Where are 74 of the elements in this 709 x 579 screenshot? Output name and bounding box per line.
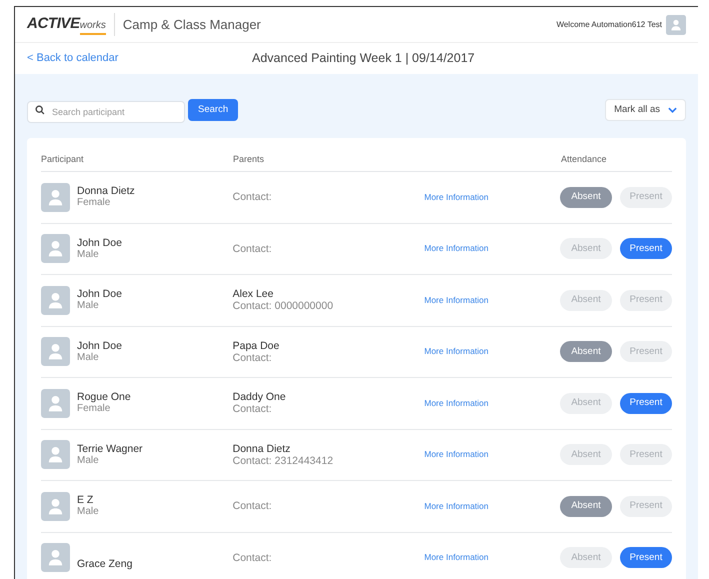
present-button[interactable]: Present — [620, 238, 672, 260]
parent-contact: Contact: — [232, 403, 273, 416]
avatar-icon — [41, 543, 70, 572]
more-information-link[interactable]: More Information — [424, 242, 560, 256]
column-header: Parents — [233, 152, 266, 166]
present-button[interactable]: Present — [620, 444, 672, 466]
parent-contact: Contact: — [232, 500, 273, 512]
page-title: Advanced Painting Week 1 | 09/14/2017 — [252, 50, 475, 68]
present-button[interactable]: Present — [620, 186, 672, 208]
parent-contact: Contact: — [232, 191, 273, 204]
more-information-link[interactable]: More Information — [424, 294, 560, 307]
participant-name: Grace Zeng — [77, 558, 132, 570]
present-button[interactable]: Present — [620, 341, 672, 362]
welcome-text: Welcome Automation612 Test — [556, 18, 662, 30]
chevron-down-icon — [668, 107, 677, 113]
more-information-link[interactable]: More Information — [424, 448, 560, 462]
avatar-icon — [41, 182, 70, 212]
avatar-icon — [41, 492, 70, 521]
avatar-icon — [666, 14, 686, 34]
participant-gender: Male — [77, 300, 100, 312]
mark-all-dropdown[interactable]: Mark all as — [605, 99, 686, 121]
parent-name: Alex Lee — [232, 288, 274, 300]
column-header: Participant — [41, 152, 85, 166]
parent-name: Donna Dietz — [232, 442, 292, 455]
absent-button[interactable]: Absent — [560, 186, 612, 208]
search-button[interactable]: Search — [188, 99, 238, 121]
avatar-icon — [41, 337, 70, 366]
participant-name: John Doe — [77, 236, 122, 249]
participant-gender: Male — [77, 454, 100, 467]
avatar-icon — [41, 234, 70, 264]
present-button[interactable]: Present — [620, 547, 672, 568]
more-information-link[interactable]: More Information — [424, 396, 560, 410]
participant-gender: Male — [77, 352, 100, 364]
participant-name: Rogue One — [77, 391, 131, 404]
parent-name: Daddy One — [232, 391, 287, 404]
search-icon — [35, 105, 45, 115]
more-information-link[interactable]: More Information — [424, 190, 560, 204]
back-link[interactable]: < Back to calendar — [27, 50, 118, 67]
parent-contact: Contact: 2312443412 — [232, 454, 334, 467]
absent-button[interactable]: Absent — [560, 238, 612, 260]
avatar-icon — [41, 286, 70, 315]
present-button[interactable]: Present — [620, 392, 672, 414]
parent-contact: Contact: — [232, 242, 273, 255]
absent-button[interactable]: Absent — [560, 496, 612, 517]
participant-name: E Z — [77, 494, 94, 506]
more-information-link[interactable]: More Information — [424, 551, 560, 564]
participant-gender: Male — [77, 248, 100, 261]
app-name: Camp & Class Manager — [122, 16, 261, 34]
absent-button[interactable]: Absent — [560, 444, 612, 466]
absent-button[interactable]: Absent — [560, 290, 612, 311]
present-button[interactable]: Present — [620, 290, 672, 311]
participant-name: Terrie Wagner — [77, 442, 143, 455]
participant-name: John Doe — [77, 340, 122, 352]
logo-text: ACTIVE — [27, 14, 80, 34]
parent-contact: Contact: — [232, 352, 273, 364]
absent-button[interactable]: Absent — [560, 392, 612, 414]
more-information-link[interactable]: More Information — [424, 345, 560, 358]
more-information-link[interactable]: More Information — [424, 500, 560, 513]
parent-name: Papa Doe — [232, 340, 280, 352]
participant-gender: Female — [77, 403, 112, 416]
parent-contact: Contact: 0000000000 — [232, 300, 334, 312]
logo-subtext: works — [80, 18, 106, 36]
column-header: Attendance — [561, 152, 607, 166]
participant-name: John Doe — [77, 288, 122, 300]
parent-contact: Contact: — [232, 552, 273, 564]
avatar-icon — [41, 440, 70, 470]
participant-gender: Female — [77, 197, 112, 210]
present-button[interactable]: Present — [620, 496, 672, 517]
avatar-icon — [41, 388, 70, 418]
participant-name: Donna Dietz — [77, 185, 135, 198]
search-field[interactable]: Search participant — [27, 101, 185, 123]
participant-gender: Male — [77, 506, 99, 518]
absent-button[interactable]: Absent — [560, 341, 612, 362]
absent-button[interactable]: Absent — [560, 547, 612, 568]
